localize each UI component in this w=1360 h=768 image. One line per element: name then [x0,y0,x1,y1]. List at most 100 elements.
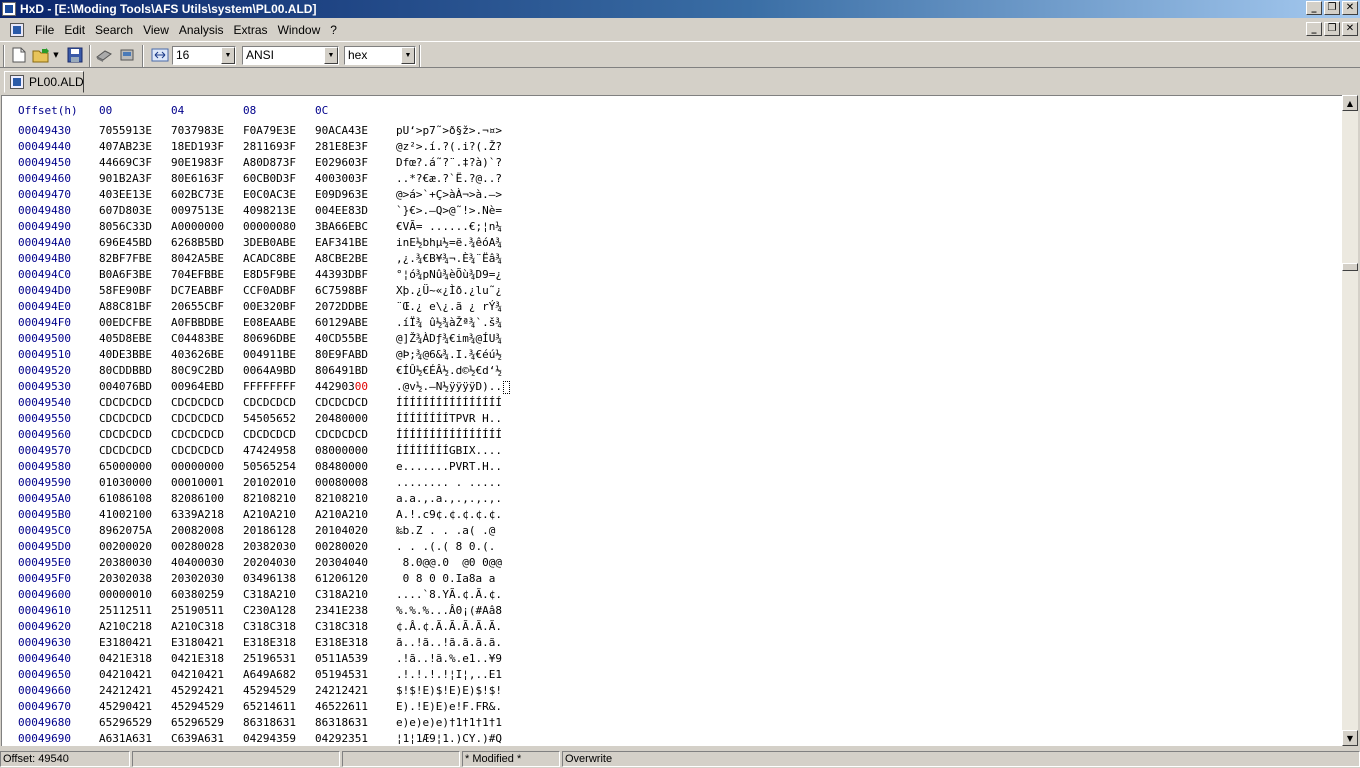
hex-bytes[interactable]: 86318631 [315,716,368,729]
hex-group[interactable]: 20655CBF [171,300,224,313]
tab-file[interactable]: PL00.ALD [4,71,84,93]
hex-group[interactable]: A8CBE2BE [315,252,368,265]
hex-bytes[interactable]: 442903 [315,380,355,393]
hex-group[interactable]: 00280028 [171,540,224,553]
open-ram-icon[interactable] [117,45,137,65]
hex-bytes[interactable]: 7037983E [171,124,224,137]
hex-bytes[interactable]: 00000080 [243,220,296,233]
hex-bytes[interactable]: 44669C3F [99,156,152,169]
hex-group[interactable]: 00000010 [99,588,152,601]
hex-bytes[interactable]: CDCDCDCD [171,428,224,441]
ascii-text[interactable]: ÍÍÍÍÍÍÍÍÍÍÍÍÍÍÍÍ [396,396,502,409]
hex-bytes[interactable]: 004076BD [99,380,152,393]
hex-bytes[interactable]: C04483BE [171,332,224,345]
ascii-chars[interactable]: €ÍÛ½€ÉÂ½.d©½€d‘½ [396,364,502,377]
ascii-chars[interactable]: ‰b.Z . . .a( .@ [396,524,502,537]
hex-group[interactable]: 281E8E3F [315,140,368,153]
hex-row[interactable]: 00049680 65296529 65296529 86318631 86318631… [2,716,1342,732]
ascii-text[interactable]: ã..!ã..!ã.ã.ã.ã. [396,636,502,649]
hex-bytes[interactable]: 04294359 [243,732,296,745]
hex-bytes[interactable]: C318C318 [315,620,368,633]
ascii-text[interactable]: $!$!E)$!E)E)$!$! [396,684,502,697]
hex-bytes[interactable]: 90E1983F [171,156,224,169]
hex-bytes[interactable]: 3DEB0ABE [243,236,296,249]
hex-row[interactable]: 00049470 403EE13E 602BC73E E0C0AC3E E09D963E… [2,188,1342,204]
hex-bytes[interactable]: 90ACA43E [315,124,368,137]
hex-group[interactable]: 45294529 [171,700,224,713]
ascii-text[interactable]: .!ã..!ã.%.e1..¥9 [396,652,502,665]
hex-group[interactable]: 90ACA43E [315,124,368,137]
ascii-text[interactable]: 0 8 0 0.Ia8a a [396,572,502,585]
hex-row[interactable]: 00049500 405D8EBE C04483BE 80696DBE 40CD55BE… [2,332,1342,348]
hex-group[interactable]: 20480000 [315,412,368,425]
hex-row[interactable]: 000494A0 696E45BD 6268B5BD 3DEB0ABE EAF341BE… [2,236,1342,252]
hex-group[interactable]: 901B2A3F [99,172,152,185]
hex-group[interactable]: CDCDCDCD [171,444,224,457]
hex-group[interactable]: 60129ABE [315,316,368,329]
hex-row[interactable]: 000494D0 58FE90BF DC7EABBF CCF0ADBF 6C7598BF… [2,284,1342,300]
ascii-text[interactable]: E).!E)E)e!F.FR&. [396,700,502,713]
hex-group[interactable]: 407AB23E [99,140,152,153]
menu-item[interactable]: Extras [229,23,273,37]
hex-row[interactable]: 000495F0 20302038 20302030 03496138 61206120… [2,572,1342,588]
hex-bytes[interactable]: 65296529 [171,716,224,729]
hex-bytes[interactable]: 44393DBF [315,268,368,281]
hex-bytes[interactable]: 05194531 [315,668,368,681]
hex-row[interactable]: 000494E0 A88C81BF 20655CBF 00E320BF 2072DDBE… [2,300,1342,316]
ascii-chars[interactable]: ÍÍÍÍÍÍÍÍTPVR H.. [396,412,502,425]
hex-bytes[interactable]: 80C9C2BD [171,364,224,377]
hex-group[interactable]: C04483BE [171,332,224,345]
hex-bytes[interactable]: 405D8EBE [99,332,152,345]
chevron-down-icon[interactable]: ▼ [401,47,415,64]
ascii-chars[interactable]: pU‘>p7˜>ð§ž>.¬¤> [396,124,502,137]
hex-group[interactable]: 60CB0D3F [243,172,296,185]
hex-group[interactable]: 04210421 [99,668,152,681]
hex-group[interactable]: C318A210 [243,588,296,601]
hex-group[interactable]: A631A631 [99,732,152,745]
hex-bytes[interactable]: 65296529 [99,716,152,729]
hex-row[interactable]: 00049450 44669C3F 90E1983F A80D873F E029603F… [2,156,1342,172]
hex-group[interactable]: E0C0AC3E [243,188,296,201]
hex-group[interactable]: 82BF7FBE [99,252,152,265]
ascii-chars[interactable]: @]Ž¾ÀDƒ¾€im¾@ÍU¾ [396,332,502,345]
hex-bytes[interactable]: 65000000 [99,460,152,473]
ascii-text[interactable]: inE½bhµ½=ë.¾êóA¾ [396,236,502,249]
hex-group[interactable]: 2341E238 [315,604,368,617]
hex-group[interactable]: CDCDCDCD [99,412,152,425]
hex-group[interactable]: 65000000 [99,460,152,473]
hex-group[interactable]: 8962075A [99,524,152,537]
hex-bytes[interactable]: 607D803E [99,204,152,217]
hex-group[interactable]: 45290421 [99,700,152,713]
hex-group[interactable]: 20104020 [315,524,368,537]
hex-bytes[interactable]: 40400030 [171,556,224,569]
display-mode-select[interactable]: hex ▼ [344,46,416,65]
charset-select[interactable]: ANSI ▼ [242,46,339,65]
hex-bytes[interactable]: 82108210 [315,492,368,505]
hex-group[interactable]: 20380030 [99,556,152,569]
hex-group[interactable]: CDCDCDCD [315,396,368,409]
hex-bytes[interactable]: 2341E238 [315,604,368,617]
hex-group[interactable]: E318E318 [315,636,368,649]
hex-row[interactable]: 000494F0 00EDCFBE A0FBBDBE E08EAABE 60129ABE… [2,316,1342,332]
hex-group[interactable]: 40DE3BBE [99,348,152,361]
hex-group[interactable]: 0097513E [171,204,224,217]
close-button[interactable]: ✕ [1342,1,1358,15]
chevron-down-icon[interactable]: ▼ [324,47,338,64]
hex-group[interactable]: 004911BE [243,348,296,361]
hex-bytes[interactable]: 82086100 [171,492,224,505]
hex-bytes[interactable]: 20102010 [243,476,296,489]
hex-group[interactable]: 50565254 [243,460,296,473]
hex-row[interactable]: 00049480 607D803E 0097513E 4098213E 004EE83D… [2,204,1342,220]
hex-bytes[interactable]: 82108210 [243,492,296,505]
hex-bytes[interactable]: A0000000 [171,220,224,233]
ascii-text[interactable]: .@v½.–N½ÿÿÿÿD).. [396,380,510,394]
hex-group[interactable]: 86318631 [315,716,368,729]
hex-bytes[interactable]: E3180421 [99,636,152,649]
hex-row[interactable]: 00049440 407AB23E 18ED193F 2811693F 281E8E3F… [2,140,1342,156]
hex-group[interactable]: C318C318 [243,620,296,633]
hex-bytes[interactable]: 00200020 [99,540,152,553]
hex-bytes[interactable]: 8962075A [99,524,152,537]
open-dropdown-icon[interactable]: ▼ [50,45,62,65]
hex-bytes[interactable]: 6339A218 [171,508,224,521]
hex-group[interactable]: 80C9C2BD [171,364,224,377]
